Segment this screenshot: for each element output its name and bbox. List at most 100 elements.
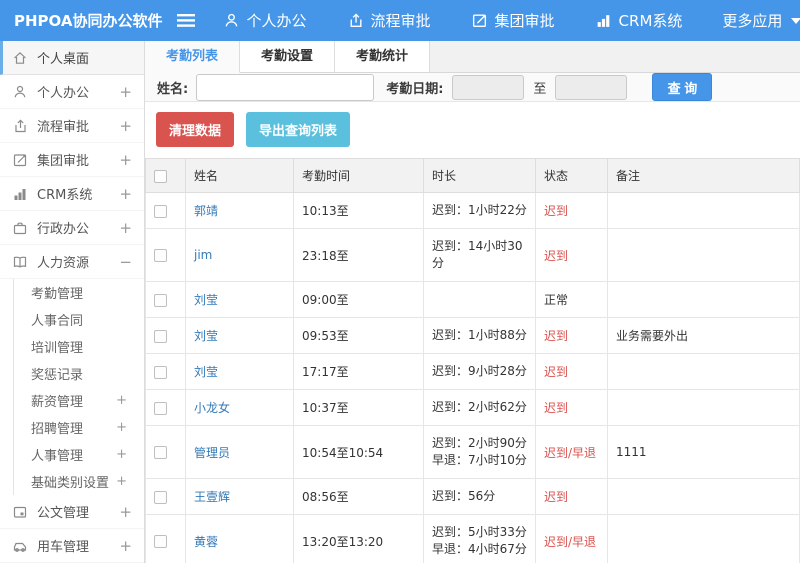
- hr-submenu: 考勤管理 人事合同 培训管理 奖惩记录 薪资管理 + 招聘管理 + 人事管理 + 基础…: [13, 279, 144, 495]
- sidebar-item-workflow-approval[interactable]: 流程审批 +: [0, 109, 144, 143]
- expand-plus-icon[interactable]: +: [119, 185, 132, 203]
- sidebar-item-group-approval[interactable]: 集团审批 +: [0, 143, 144, 177]
- sidebar-item-admin-office[interactable]: 行政办公 +: [0, 211, 144, 245]
- status-cell: 迟到: [535, 192, 608, 229]
- status-cell: 迟到/早退: [535, 514, 608, 563]
- row-checkbox[interactable]: [154, 204, 167, 218]
- main-panel: 考勤列表 考勤设置 考勤统计 姓名: 考勤日期: 至 查 询 清理数据 导出查询…: [145, 41, 800, 563]
- employee-name-link[interactable]: 刘莹: [194, 293, 218, 307]
- sidebar-item-personal-office[interactable]: 个人办公 +: [0, 75, 144, 109]
- date-to-input[interactable]: [555, 74, 628, 100]
- header-note: 备注: [607, 158, 800, 193]
- employee-name-link[interactable]: 刘莹: [194, 365, 218, 379]
- search-button[interactable]: 查 询: [652, 73, 713, 101]
- employee-name-link[interactable]: 郭靖: [194, 204, 218, 218]
- expand-plus-icon[interactable]: +: [119, 151, 132, 169]
- sidebar-item-desktop[interactable]: 个人桌面: [0, 41, 144, 75]
- table-row: 小龙女 10:37至 迟到：2小时62分 迟到: [145, 389, 800, 426]
- expand-plus-icon[interactable]: +: [116, 420, 127, 435]
- sidebar-item-hr[interactable]: 人力资源 −: [0, 245, 144, 279]
- sidebar-subitem-salary[interactable]: 薪资管理 +: [14, 387, 144, 414]
- nav-label: 集团审批: [494, 12, 555, 30]
- sidebar-item-crm[interactable]: CRM系统 +: [0, 177, 144, 211]
- sidebar-subitem-training[interactable]: 培训管理: [14, 333, 144, 360]
- expand-plus-icon[interactable]: +: [119, 117, 132, 135]
- bar-chart-icon: [597, 15, 609, 27]
- header-status: 状态: [535, 158, 608, 193]
- tab-attendance-list[interactable]: 考勤列表: [145, 41, 241, 73]
- tab-bar: 考勤列表 考勤设置 考勤统计: [145, 41, 800, 73]
- tab-attendance-settings[interactable]: 考勤设置: [240, 41, 336, 72]
- expand-plus-icon[interactable]: +: [119, 83, 132, 101]
- menu-toggle-button[interactable]: [176, 14, 195, 27]
- date-to-label: 至: [533, 81, 547, 97]
- edit-icon: [472, 14, 486, 28]
- subitem-label: 人事管理: [31, 449, 84, 464]
- collapse-minus-icon[interactable]: −: [119, 253, 132, 271]
- sidebar-item-vehicle[interactable]: 用车管理 +: [0, 529, 144, 563]
- table-row: jim 23:18至 迟到：14小时30分 迟到: [145, 228, 800, 282]
- duration-cell: 迟到：56分: [423, 478, 536, 515]
- row-checkbox[interactable]: [154, 535, 167, 548]
- row-checkbox[interactable]: [154, 249, 167, 262]
- sidebar-item-label: 集团审批: [37, 154, 90, 169]
- hamburger-icon: [176, 14, 195, 27]
- row-checkbox[interactable]: [154, 293, 167, 307]
- nav-group-approval[interactable]: 集团审批: [471, 10, 555, 31]
- note-cell: [607, 514, 800, 563]
- employee-name-link[interactable]: 管理员: [194, 446, 230, 460]
- attendance-time: 17:17至: [293, 353, 424, 390]
- attendance-time: 10:13至: [293, 192, 424, 229]
- row-checkbox[interactable]: [154, 365, 167, 379]
- clean-data-button[interactable]: 清理数据: [156, 112, 235, 147]
- employee-name-link[interactable]: 刘莹: [194, 329, 218, 343]
- expand-plus-icon[interactable]: +: [119, 503, 132, 521]
- date-filter-label: 考勤日期:: [386, 81, 444, 97]
- tab-attendance-stats[interactable]: 考勤统计: [335, 41, 431, 72]
- employee-name-link[interactable]: 黄蓉: [194, 535, 218, 549]
- user-icon: [12, 84, 28, 100]
- employee-name-link[interactable]: 王壹辉: [194, 490, 230, 504]
- employee-name-link[interactable]: 小龙女: [194, 401, 230, 415]
- employee-name-link[interactable]: jim: [194, 248, 212, 262]
- expand-plus-icon[interactable]: +: [116, 447, 127, 462]
- sidebar-subitem-personnel[interactable]: 人事管理 +: [14, 441, 144, 468]
- expand-plus-icon[interactable]: +: [116, 393, 127, 408]
- expand-plus-icon[interactable]: +: [116, 474, 127, 489]
- attendance-time: 08:56至: [293, 478, 424, 515]
- row-checkbox[interactable]: [154, 490, 167, 504]
- attendance-time: 23:18至: [293, 228, 424, 282]
- export-list-button[interactable]: 导出查询列表: [246, 112, 351, 147]
- sidebar-item-documents[interactable]: 公文管理 +: [0, 495, 144, 529]
- sidebar-item-label: 个人桌面: [37, 52, 90, 67]
- nav-personal-office[interactable]: 个人办公: [223, 10, 307, 31]
- flow-share-icon: [12, 118, 28, 134]
- sidebar-subitem-recruit[interactable]: 招聘管理 +: [14, 414, 144, 441]
- sidebar-subitem-contract[interactable]: 人事合同: [14, 306, 144, 333]
- expand-plus-icon[interactable]: +: [119, 537, 132, 555]
- table-row: 管理员 10:54至10:54 迟到：2小时90分 早退：7小时10分 迟到/早退…: [145, 425, 800, 479]
- sidebar-subitem-attendance[interactable]: 考勤管理: [14, 279, 144, 306]
- select-all-checkbox[interactable]: [154, 169, 167, 183]
- nav-label: 流程审批: [370, 12, 431, 30]
- note-cell: 1111: [607, 425, 800, 479]
- nav-label: 个人办公: [246, 12, 307, 30]
- sidebar-subitem-base-category[interactable]: 基础类别设置 +: [14, 468, 144, 495]
- name-filter-input[interactable]: [196, 73, 375, 101]
- sidebar: 个人桌面 个人办公 + 流程审批 + 集团审批 + CRM系统 + 行政办公 +: [0, 41, 145, 563]
- expand-plus-icon[interactable]: +: [119, 219, 132, 237]
- row-checkbox[interactable]: [154, 401, 167, 415]
- note-cell: [607, 353, 800, 390]
- sidebar-subitem-rewards[interactable]: 奖惩记录: [14, 360, 144, 387]
- app-title: PHPOA协同办公软件: [14, 12, 163, 30]
- name-filter-label: 姓名:: [157, 81, 189, 97]
- date-from-input[interactable]: [452, 74, 525, 100]
- row-checkbox[interactable]: [154, 329, 167, 343]
- nav-crm-system[interactable]: CRM系统: [595, 10, 682, 31]
- sidebar-item-label: 用车管理: [37, 540, 90, 555]
- status-cell: 迟到: [535, 317, 608, 354]
- table-row: 郭靖 10:13至 迟到：1小时22分 迟到: [145, 192, 800, 229]
- row-checkbox[interactable]: [154, 446, 167, 459]
- nav-more-apps[interactable]: 更多应用: [722, 10, 800, 31]
- nav-workflow-approval[interactable]: 流程审批: [347, 10, 431, 31]
